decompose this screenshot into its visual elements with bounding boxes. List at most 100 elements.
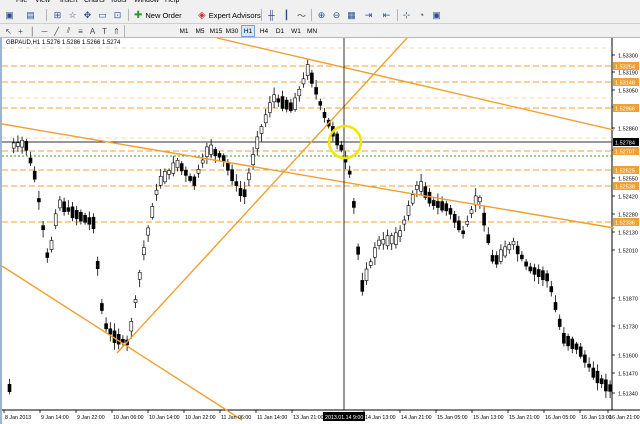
candle-body [587,363,591,368]
candle-body [339,144,344,151]
candle-body [188,176,192,181]
timeframe-d1[interactable]: D1 [273,25,287,37]
candle-body [251,154,255,165]
candle-body [11,142,16,149]
candle-body [549,286,554,293]
crosshair-icon[interactable]: + [15,25,26,37]
candle-body [469,209,474,214]
menu-charts[interactable]: Charts [84,0,105,4]
candle-body [310,72,314,84]
line-chart-icon[interactable]: 〜 [295,9,308,21]
candle-body [608,384,612,392]
level-label: 1.52966 [615,107,635,113]
toolbar-separator [124,25,125,37]
arrows-icon[interactable]: ⇑ [111,25,122,37]
time-tick-label: 15 Jan 13:00 [473,415,504,421]
level-label: 1.53148 [615,81,635,87]
candlestick-icon[interactable]: ┃ [280,9,293,21]
timeframe-m5[interactable]: M5 [193,25,207,37]
channel-icon[interactable]: ⫽ [63,25,74,37]
auto-scroll-icon[interactable]: ⇥ [362,9,375,21]
bar-chart-icon[interactable]: ╫ [265,9,278,21]
menu-tools[interactable]: Tools [110,0,126,4]
candle-body [242,189,247,198]
trendline-icon[interactable]: ╱ [51,25,62,37]
chart-shift-icon[interactable]: ⇤ [380,9,393,21]
tester-icon[interactable]: ⊡ [111,9,124,21]
candle-body [37,198,41,203]
new-order-button[interactable]: ✚ New Order [132,8,184,22]
candle-body [272,94,276,103]
candle-body [95,260,100,270]
new-chart-icon[interactable]: ▣ [3,9,16,21]
terminal-icon[interactable]: ▭ [96,9,109,21]
market-watch-icon[interactable]: ⊞ [51,9,64,21]
candle-body [507,244,512,251]
timeframe-m15[interactable]: M15 [209,25,223,37]
candle-body [314,87,318,95]
cursor-icon[interactable]: ↖ [3,25,14,37]
level-label: 1.52336 [615,221,635,227]
menu-file[interactable]: File [16,0,27,4]
time-tick-label: 16 Jan 05:00 [545,415,576,421]
data-window-icon[interactable]: ☆ [66,9,79,21]
candle-body [515,245,520,255]
periods-icon[interactable]: ◔ [415,9,428,21]
candle-body [373,247,377,258]
candle-body [100,303,104,311]
candle-body [133,299,138,303]
candle-body [41,225,45,231]
candle-body [20,140,24,148]
candle-body [129,321,134,332]
candle-body [259,126,264,134]
expert-advisors-button[interactable]: ◈ Expert Advisors [196,8,263,22]
timeframe-m30[interactable]: M30 [225,25,239,37]
standard-toolbar: ▣ ▤ ⊞ ☆ ✥ ▭ ⊡ ✚ New Order ◈ Expert Advis… [0,6,640,24]
vertical-line-icon[interactable]: │ [27,25,38,37]
indicators-icon[interactable]: ⊹ [400,9,413,21]
candle-body [385,235,390,247]
timeframe-h4[interactable]: H4 [257,25,271,37]
candle-body [146,227,150,236]
zoom-out-icon[interactable]: ⊖ [330,9,343,21]
candle-body [184,170,188,176]
chart-window[interactable]: GBPAUD,H1 1.5276 1.5286 1.5266 1.5274 1.… [0,38,640,424]
horizontal-line-icon[interactable]: ─ [39,25,50,37]
templates-icon[interactable]: ▣ [430,9,443,21]
price-chart[interactable]: 1.533001.531901.530501.529351.528601.527… [2,38,640,424]
candle-body [70,206,75,219]
timeframe-mn[interactable]: MN [305,25,319,37]
menu-window[interactable]: Window [134,0,159,4]
candle-body [591,367,596,378]
text-icon[interactable]: A [87,25,98,37]
menu-help[interactable]: Help [165,0,179,4]
label-icon[interactable]: T [99,25,110,37]
candle-body [234,181,239,186]
candle-body [511,240,516,246]
menu-view[interactable]: View [35,0,50,4]
candle-body [213,149,218,156]
time-tick-label: 16 Jan 13:00 [581,415,612,421]
navigator-icon[interactable]: ✥ [81,9,94,21]
time-tick-label: 11 Jan 14:00 [257,415,287,421]
menu-insert[interactable]: Insert [60,0,78,4]
candle-body [293,97,297,110]
timeframe-w1[interactable]: W1 [289,25,303,37]
zoom-in-icon[interactable]: ⊕ [315,9,328,21]
candle-body [209,144,213,155]
trendline [116,38,408,354]
line-studies-toolbar: ↖ + │ ─ ╱ ⫽ ≡ A T ⇑ M1 M5 M15 M30 H1 H4 D1 W1 MN [0,24,640,38]
fibonacci-icon[interactable]: ≡ [75,25,86,37]
expert-advisors-label: Expert Advisors [208,10,261,20]
candle-body [108,328,113,335]
price-tick-label: 1.51600 [618,354,638,360]
timeframe-m1[interactable]: M1 [177,25,191,37]
candle-body [297,88,302,97]
candle-body [280,96,285,109]
candle-body [226,163,230,171]
candle-body [171,162,176,174]
time-tick-label: 8 Jan 2013 [5,415,31,421]
timeframe-h1[interactable]: H1 [241,25,255,37]
profiles-icon[interactable]: ▤ [24,9,37,21]
tile-icon[interactable]: ▦ [345,9,358,21]
